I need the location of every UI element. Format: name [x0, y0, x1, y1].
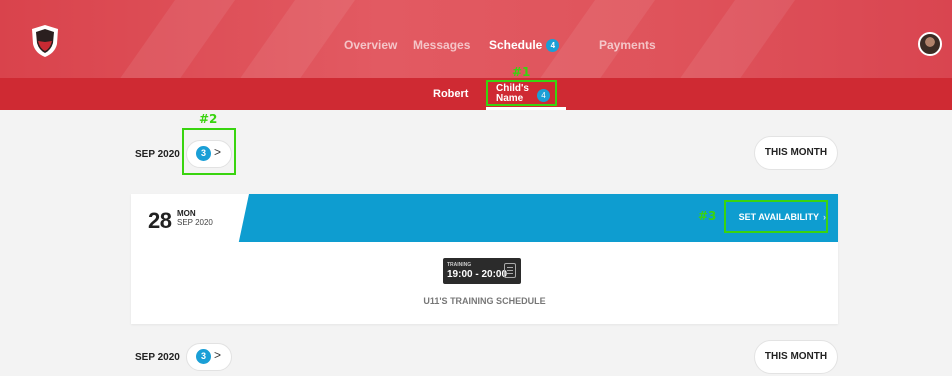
avatar[interactable] — [918, 32, 942, 56]
chevron-right-icon: > — [214, 348, 222, 362]
training-time: 19:00 - 20:00 — [447, 269, 508, 280]
event-weekday: MON — [177, 209, 196, 218]
calendar-icon — [504, 263, 516, 278]
month-label: SEP 2020 — [135, 352, 180, 363]
training-chip[interactable]: TRAINING 19:00 - 20:00 — [443, 258, 521, 284]
shield-logo-icon[interactable] — [30, 24, 60, 58]
annotation-2-label: #2 — [199, 112, 218, 126]
schedule-badge: 4 — [546, 39, 560, 52]
active-tab-underline — [486, 107, 566, 110]
training-label: TRAINING — [447, 262, 472, 268]
this-month-button[interactable]: THIS MONTH — [754, 136, 838, 170]
nav-overview[interactable]: Overview — [344, 38, 397, 52]
month-event-count: 3 — [196, 349, 211, 364]
annotation-1-box — [486, 80, 557, 106]
annotation-1-label: #1 — [512, 65, 531, 79]
event-day: 28 — [148, 208, 172, 233]
schedule-title: U11'S TRAINING SCHEDULE — [423, 296, 546, 306]
nav-schedule-label: Schedule — [489, 38, 543, 52]
subnav-robert[interactable]: Robert — [433, 88, 468, 100]
annotation-2-box — [182, 128, 236, 175]
month-label: SEP 2020 — [135, 149, 180, 160]
annotation-3-label: #3 — [698, 209, 717, 223]
event-month-year: SEP 2020 — [177, 218, 213, 227]
nav-payments[interactable]: Payments — [599, 38, 656, 52]
this-month-button[interactable]: THIS MONTH — [754, 340, 838, 374]
annotation-3-box — [724, 200, 828, 233]
child-subnav: Robert Child's Name — [0, 78, 952, 110]
nav-schedule[interactable]: Schedule 4 — [489, 38, 560, 52]
nav-messages[interactable]: Messages — [413, 38, 470, 52]
main-nav: Overview Messages Schedule 4 Payments — [0, 0, 952, 80]
